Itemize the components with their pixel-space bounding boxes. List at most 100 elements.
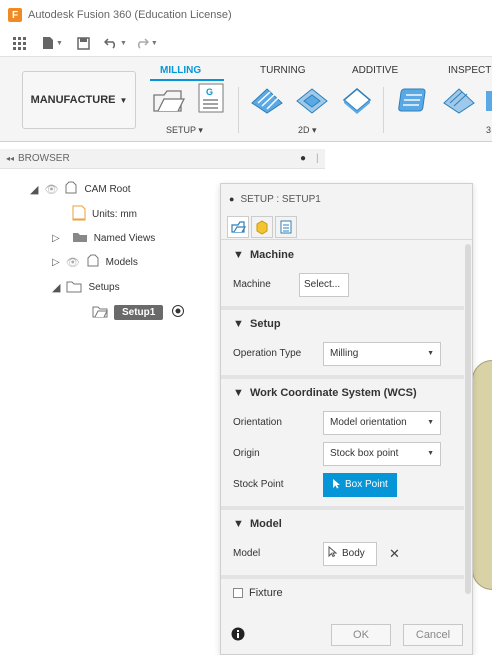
operation-type-select[interactable]: Milling ▼ <box>323 341 441 366</box>
tab-additive[interactable]: ADDITIVE <box>352 65 398 76</box>
tab-turning[interactable]: TURNING <box>260 65 306 76</box>
dialog-title: SETUP : SETUP1 <box>240 193 321 205</box>
3d-group-label[interactable]: 3 <box>486 125 491 135</box>
tab-inspection[interactable]: INSPECTI <box>448 65 492 76</box>
machine-select-button[interactable]: Select... <box>299 272 349 297</box>
new-setup-icon[interactable] <box>152 85 186 112</box>
model-label: Model <box>233 548 261 559</box>
cursor-arrow-icon <box>328 545 338 561</box>
setup-section-title[interactable]: ▼ Setup <box>221 310 464 338</box>
2d-adaptive-icon[interactable] <box>250 85 283 114</box>
origin-row: Origin Stock box point ▼ <box>221 438 464 469</box>
title-bar: F Autodesk Fusion 360 (Education License… <box>0 0 492 30</box>
tree-item-units[interactable]: Units: mm <box>72 205 137 223</box>
dialog-tabs <box>221 214 472 240</box>
origin-select[interactable]: Stock box point ▼ <box>323 441 441 466</box>
setup-section: ▼ Setup Operation Type Milling ▼ <box>221 310 464 379</box>
eye-icon[interactable]: 👁 <box>44 183 58 196</box>
face-icon[interactable] <box>340 85 372 114</box>
expanded-arrow-icon[interactable]: ◢ <box>30 183 38 196</box>
dropdown-arrow-icon: ▼ <box>427 419 434 426</box>
model-section: ▼ Model Model Body ✕ <box>221 510 464 579</box>
eye-icon[interactable]: 👁 <box>66 256 80 269</box>
browser-title: BROWSER <box>18 153 70 164</box>
ribbon-separator <box>238 87 239 133</box>
setup-group-label[interactable]: SETUP ▾ <box>166 125 203 136</box>
tree-item-cam-root[interactable]: ◢ 👁 CAM Root <box>30 180 131 198</box>
clear-selection-close-icon[interactable]: ✕ <box>389 546 400 562</box>
3d-pocket-icon[interactable] <box>442 85 475 114</box>
2d-group-label[interactable]: 2D ▾ <box>298 125 317 136</box>
model-section-title[interactable]: ▼ Model <box>221 510 464 538</box>
app-logo-icon: F <box>8 8 22 22</box>
ribbon-separator <box>383 87 384 133</box>
chevron-down-icon: ▼ <box>119 95 128 105</box>
cancel-button[interactable]: Cancel <box>403 624 463 646</box>
ok-button[interactable]: OK <box>331 624 391 646</box>
model-body[interactable] <box>472 360 492 590</box>
tree-item-setups[interactable]: ◢ Setups <box>52 278 120 296</box>
machine-row: Machine Select... <box>221 269 464 300</box>
activate-radio-icon[interactable] <box>171 304 185 321</box>
post-process-tab-icon[interactable] <box>275 215 297 238</box>
stock-point-value: Box Point <box>345 479 388 490</box>
undo-icon[interactable]: ▼ <box>103 37 127 49</box>
window-title: Autodesk Fusion 360 (Education License) <box>28 9 232 21</box>
dialog-footer: OK Cancel <box>221 616 472 654</box>
origin-value: Stock box point <box>330 448 399 459</box>
operation-type-value: Milling <box>330 348 359 359</box>
tab-milling[interactable]: MILLING <box>160 65 201 76</box>
component-icon <box>86 254 100 271</box>
tree-item-named-views[interactable]: ▷ Named Views <box>52 229 155 247</box>
expanded-arrow-icon[interactable]: ◢ <box>52 281 60 294</box>
dialog-header[interactable]: ● SETUP : SETUP1 <box>221 184 472 214</box>
stock-tab-icon[interactable] <box>251 215 273 238</box>
tree-item-models[interactable]: ▷ 👁 Models <box>52 253 138 271</box>
orientation-row: Orientation Model orientation ▼ <box>221 407 464 438</box>
tree-label: Named Views <box>93 232 156 244</box>
setup-tab-icon[interactable] <box>227 215 249 238</box>
info-icon[interactable] <box>231 627 245 644</box>
stock-point-button[interactable]: Box Point <box>323 472 397 497</box>
selected-setup-label: Setup1 <box>114 304 164 320</box>
collapsed-arrow-icon[interactable]: ▷ <box>52 257 60 268</box>
checkbox[interactable] <box>233 588 243 598</box>
machine-section: ▼ Machine Machine Select... <box>221 241 464 310</box>
machine-section-title[interactable]: ▼ Machine <box>221 241 464 269</box>
folder-icon <box>72 231 88 246</box>
setup-dialog: ● SETUP : SETUP1 ▼ Machine Machine Selec… <box>220 183 473 655</box>
browser-resize-handle[interactable]: | <box>316 153 319 164</box>
cursor-arrow-icon <box>332 478 340 492</box>
active-tab-indicator <box>150 79 224 81</box>
operation-type-label: Operation Type <box>233 348 302 359</box>
collapsed-arrow-icon[interactable]: ▷ <box>52 233 60 244</box>
svg-text:G: G <box>206 87 213 97</box>
3d-tool-partial-icon[interactable] <box>484 85 492 111</box>
dialog-body: ▼ Machine Machine Select... ▼ Setup Oper… <box>221 241 464 603</box>
3d-adaptive-icon[interactable] <box>398 85 428 112</box>
2d-pocket-icon[interactable] <box>295 85 328 114</box>
collapse-browser-icon[interactable]: ◂◂ <box>6 154 14 163</box>
workspace-switcher[interactable]: MANUFACTURE ▼ <box>22 71 136 129</box>
browser-header: ◂◂ BROWSER ● | <box>0 149 325 169</box>
document-icon <box>72 205 86 224</box>
tree-label: Models <box>105 256 138 268</box>
redo-icon[interactable]: ▼ <box>135 37 158 49</box>
operation-type-row: Operation Type Milling ▼ <box>221 338 464 369</box>
stock-point-row: Stock Point Box Point <box>221 469 464 500</box>
dot-icon[interactable]: ● <box>300 153 306 164</box>
fixture-section-title[interactable]: Fixture <box>221 579 464 603</box>
wcs-section-title[interactable]: ▼ Work Coordinate System (WCS) <box>221 379 464 407</box>
tree-item-setup1[interactable]: Setup1 <box>92 303 185 321</box>
nc-program-icon[interactable]: G <box>198 83 228 113</box>
workspace-label: MANUFACTURE <box>30 94 116 106</box>
file-icon[interactable]: ▼ <box>42 36 63 50</box>
orientation-select[interactable]: Model orientation ▼ <box>323 410 441 435</box>
dialog-scrollbar[interactable] <box>465 244 471 594</box>
orientation-value: Model orientation <box>330 417 407 428</box>
fixture-label: Fixture <box>249 587 283 599</box>
grid-icon[interactable] <box>12 36 26 50</box>
tree-label: Units: mm <box>92 208 137 220</box>
save-icon[interactable] <box>77 36 90 50</box>
model-selection-button[interactable]: Body <box>323 541 377 566</box>
